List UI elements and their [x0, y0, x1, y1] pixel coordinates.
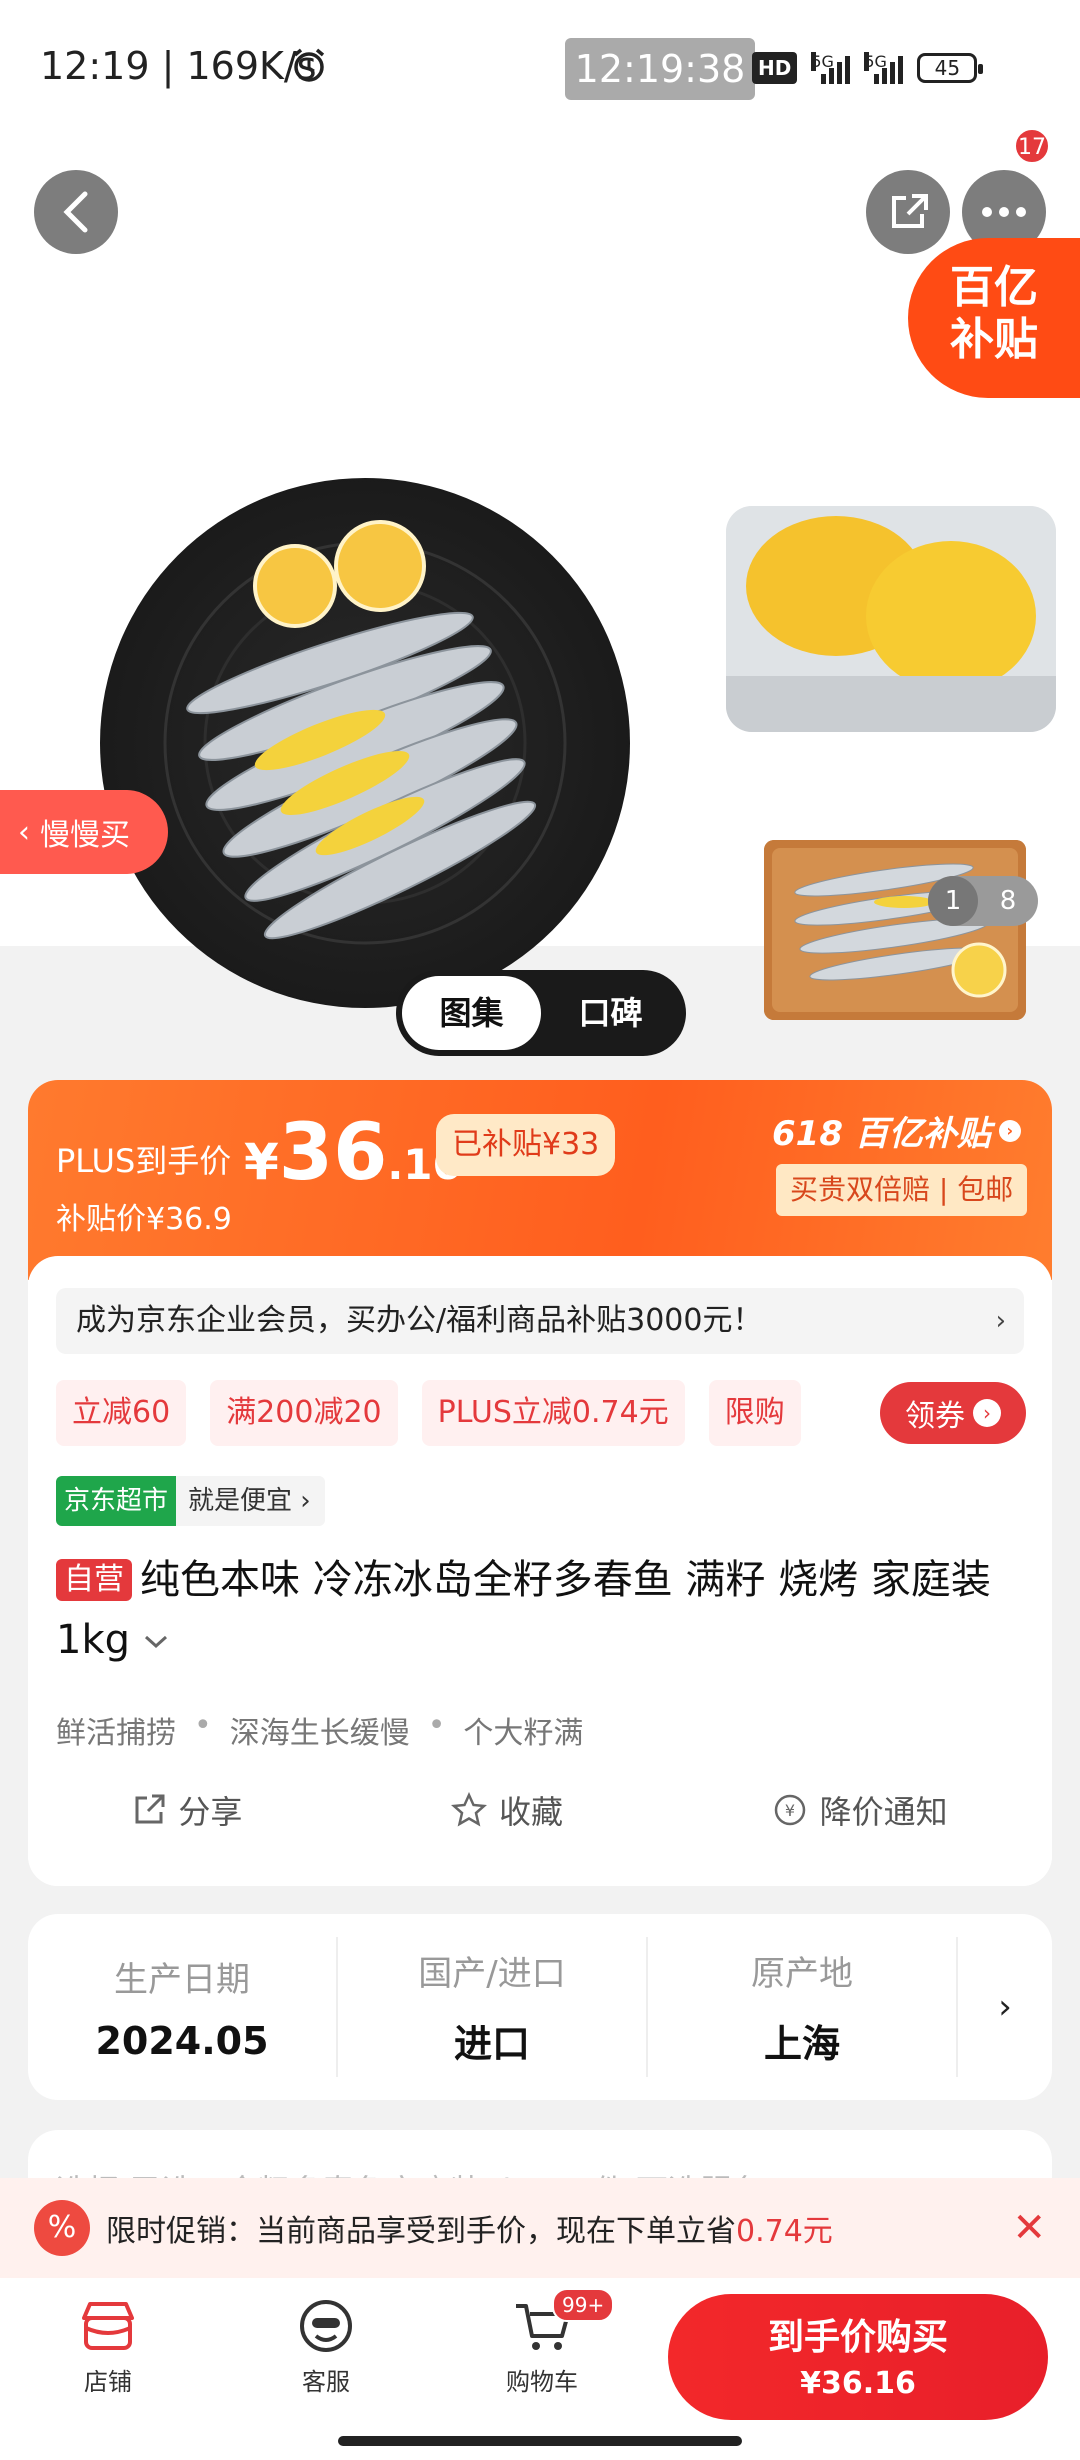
self-operated-tag: 自营 — [56, 1559, 132, 1601]
customer-service-button[interactable]: 客服 — [266, 2298, 386, 2397]
back-button[interactable] — [34, 170, 118, 254]
service-face-icon — [300, 2300, 352, 2352]
jd-supermarket-tag: 京东超市 — [56, 1476, 177, 1526]
bottom-bar: 店铺 客服 购物车 99+ 到手价购买 ¥36.16 — [0, 2278, 1080, 2460]
alarm-icon — [293, 48, 325, 82]
chevron-down-icon[interactable] — [143, 1633, 169, 1651]
share-icon — [892, 194, 928, 228]
tab-reviews[interactable]: 口碑 — [541, 976, 680, 1050]
feature-item: 深海生长缓慢 — [229, 1716, 410, 1751]
feature-item: 鲜活捕捞 — [56, 1716, 176, 1751]
price-band: PLUS到手价 ¥36.16 已补贴¥33 补贴价¥36.9 618 百亿补贴 ›… — [28, 1080, 1052, 1280]
price-alert-action[interactable]: ¥ 降价通知 — [772, 1787, 948, 1833]
recording-clock: 12:19:38 — [565, 38, 755, 100]
close-icon[interactable]: ✕ — [1012, 2204, 1046, 2252]
feature-item: 个大籽满 — [463, 1716, 584, 1751]
event-banner[interactable]: 618 百亿补贴 › — [772, 1106, 1021, 1155]
price-card: PLUS到手价 ¥36.16 已补贴¥33 补贴价¥36.9 618 百亿补贴 ›… — [28, 1080, 1052, 1886]
promo-tag[interactable]: 满200减20 — [210, 1380, 398, 1446]
chevron-right-icon: › — [995, 1306, 1006, 1336]
chevron-right-icon[interactable]: › — [958, 1987, 1052, 2027]
cart-count-badge: 99+ — [552, 2288, 615, 2322]
final-price: ¥36.16 — [244, 1108, 462, 1198]
attr-origin-type: 国产/进口 进口 — [338, 1937, 648, 2077]
buy-now-button[interactable]: 到手价购买 ¥36.16 — [668, 2294, 1048, 2420]
product-main-image[interactable] — [100, 478, 630, 1008]
chevron-right-icon: › — [973, 1399, 1001, 1427]
subsidy-amount-badge: 已补贴¥33 — [436, 1114, 616, 1176]
subsidy-price: 补贴价¥36.9 — [56, 1202, 232, 1237]
svg-text:¥: ¥ — [785, 1801, 795, 1820]
attr-production-date: 生产日期 2024.05 — [28, 1937, 338, 2077]
back-arrow-icon — [63, 191, 88, 233]
share-action[interactable]: 分享 — [132, 1787, 242, 1833]
promo-tag[interactable]: 限购 — [708, 1380, 801, 1446]
share-icon — [135, 1794, 165, 1824]
guarantee-tag: 买贵双倍赔 | 包邮 — [776, 1164, 1028, 1216]
chevron-right-icon: › — [998, 1119, 1021, 1142]
gallery-review-toggle[interactable]: 图集 口碑 — [396, 970, 686, 1056]
hd-icon: HD — [752, 52, 798, 84]
promo-tag[interactable]: PLUS立减0.74元 — [421, 1380, 685, 1446]
status-icons: HD 5G 5G 45 — [752, 48, 984, 88]
feature-list: 鲜活捕捞 • 深海生长缓慢 • 个大籽满 — [56, 1708, 584, 1751]
limited-promo-banner[interactable]: % 限时促销：当前商品享受到手价，现在下单立省0.74元 ✕ — [0, 2178, 1080, 2278]
promo-banner-text: 限时促销：当前商品享受到手价，现在下单立省0.74元 — [106, 2214, 833, 2249]
price-alert-icon: ¥ — [774, 1794, 805, 1826]
product-title[interactable]: 自营 纯色本味 冷冻冰岛全籽多春鱼 满籽 烧烤 家庭装 1kg — [56, 1550, 1026, 1670]
subsidy-corner-badge[interactable]: 百亿 补贴 — [908, 238, 1080, 398]
action-row: 分享 收藏 ¥ 降价通知 — [28, 1770, 1052, 1850]
jd-supermarket-link[interactable]: 京东超市 就是便宜 › — [56, 1476, 325, 1526]
fish-board-thumbnail[interactable] — [764, 840, 1026, 1020]
message-badge: 17 — [1014, 128, 1050, 164]
promo-tag[interactable]: 立减60 — [56, 1380, 187, 1446]
discount-icon: % — [34, 2200, 90, 2256]
status-bar: 12:19 | 169K/s 12:19:38 HD 5G 5G 45 — [0, 0, 1080, 136]
home-indicator[interactable] — [338, 2436, 742, 2446]
share-button[interactable] — [866, 170, 950, 254]
tab-gallery[interactable]: 图集 — [402, 976, 541, 1050]
signal-icon-1: 5G — [811, 52, 851, 84]
more-dots-icon — [982, 207, 1026, 217]
status-time: 12:19 | 169K/s — [40, 44, 317, 88]
battery-icon: 45 — [917, 53, 984, 83]
slow-buy-button[interactable]: ‹ 慢慢买 — [0, 790, 168, 874]
attr-origin-place: 原产地 上海 — [648, 1937, 958, 2077]
fish-plate-illustration — [163, 520, 567, 945]
roe-thumbnail[interactable] — [726, 506, 1056, 732]
signal-icon-2: 5G — [864, 52, 904, 84]
chevron-left-icon: ‹ — [18, 814, 30, 850]
attributes-card[interactable]: 生产日期 2024.05 国产/进口 进口 原产地 上海 › — [28, 1914, 1052, 2100]
store-icon — [82, 2302, 134, 2350]
enterprise-member-bar[interactable]: 成为京东企业会员，买办公/福利商品补贴3000元！ › — [56, 1288, 1024, 1354]
plus-price-label: PLUS到手价 — [56, 1142, 232, 1180]
star-icon — [450, 1792, 487, 1827]
favorite-action[interactable]: 收藏 — [450, 1787, 563, 1833]
store-button[interactable]: 店铺 — [48, 2298, 168, 2397]
image-pager: 1 8 — [928, 876, 1038, 926]
get-coupon-button[interactable]: 领券 › — [880, 1382, 1026, 1444]
promo-tags[interactable]: 立减60 满200减20 PLUS立减0.74元 限购 — [56, 1380, 801, 1446]
cart-button[interactable]: 购物车 99+ — [482, 2288, 615, 2397]
